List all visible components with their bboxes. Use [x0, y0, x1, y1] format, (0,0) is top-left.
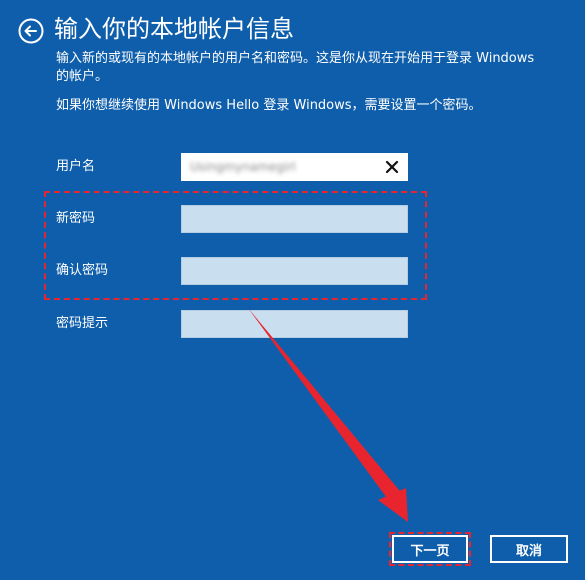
- password-fields-highlight: [44, 191, 427, 300]
- cancel-button[interactable]: 取消: [490, 535, 568, 563]
- arrow-left-circle-icon: [18, 18, 44, 44]
- password-hint-input[interactable]: [182, 311, 407, 337]
- close-icon: [385, 160, 399, 174]
- username-label: 用户名: [56, 159, 96, 174]
- back-button[interactable]: [18, 18, 44, 44]
- windows-hello-note: 如果你想继续使用 Windows Hello 登录 Windows，需要设置一个…: [56, 98, 482, 113]
- clear-username-button[interactable]: [383, 158, 401, 176]
- password-hint-field-container: [181, 310, 408, 338]
- password-hint-label: 密码提示: [56, 316, 109, 331]
- next-button[interactable]: 下一页: [389, 532, 471, 566]
- username-input[interactable]: [182, 154, 407, 180]
- page-title: 输入你的本地帐户信息: [54, 15, 294, 43]
- username-field-container: [181, 153, 408, 181]
- account-description: 输入新的或现有的本地帐户的用户名和密码。这是你从现在开始用于登录 Windows…: [56, 51, 535, 84]
